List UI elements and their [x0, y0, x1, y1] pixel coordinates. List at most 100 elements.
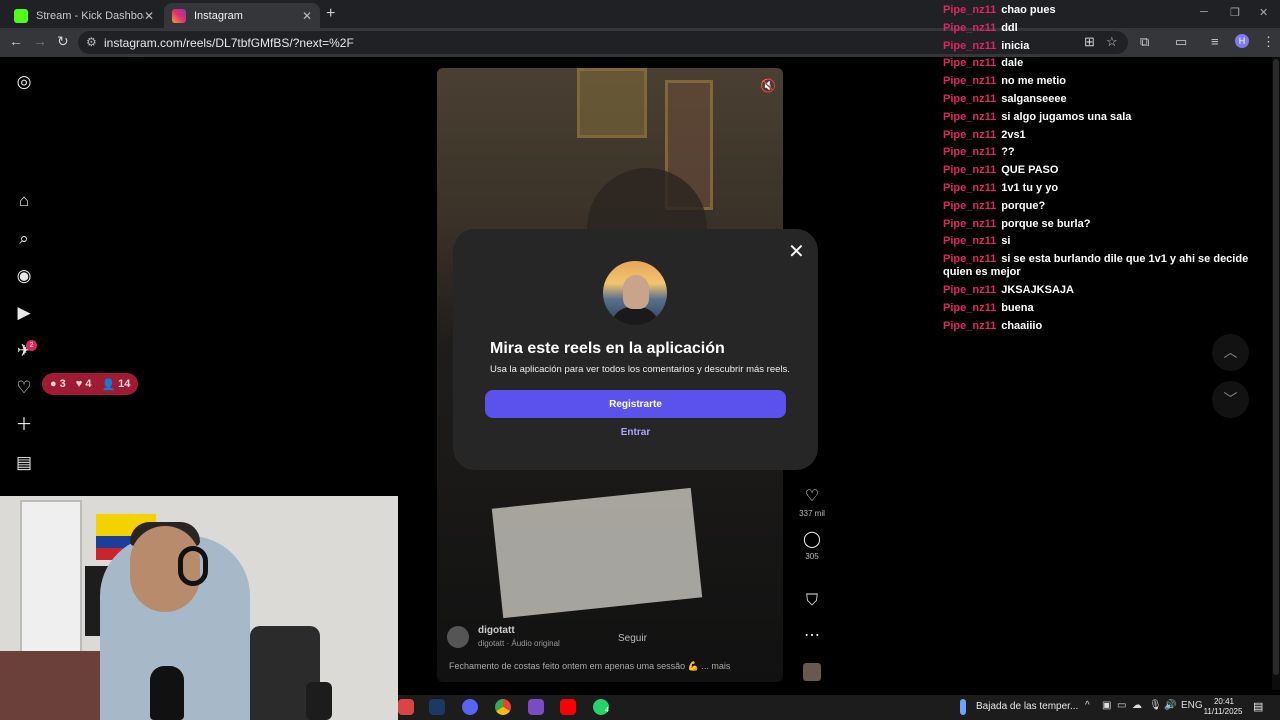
chat-message: Pipe_nz11 JKSAJKSAJA	[943, 284, 1263, 297]
comment-icon: ●	[50, 378, 57, 390]
youtube-app-icon[interactable]	[560, 699, 576, 715]
chat-message: Pipe_nz11 si algo jugamos una sala	[943, 111, 1263, 124]
chat-message: Pipe_nz11 QUE PASO	[943, 164, 1263, 177]
forward-icon[interactable]: →	[33, 33, 47, 49]
chat-username[interactable]: Pipe_nz11	[943, 146, 996, 158]
reels-icon[interactable]: ▶	[14, 303, 34, 323]
tab-kick-dashboard[interactable]: Stream - Kick Dashboard ✕	[6, 3, 162, 28]
dashboard-icon[interactable]: ▤	[14, 453, 34, 473]
chat-username[interactable]: Pipe_nz11	[943, 320, 996, 332]
heart-icon[interactable]: ♡	[14, 378, 34, 398]
chat-username[interactable]: Pipe_nz11	[943, 302, 996, 314]
volume-icon[interactable]: 🔊	[1164, 700, 1176, 711]
chat-username[interactable]: Pipe_nz11	[943, 4, 996, 16]
scrollbar-thumb[interactable]	[1273, 59, 1279, 675]
chat-message: Pipe_nz11 si se esta burlando dile que 1v…	[943, 253, 1263, 279]
clock-time[interactable]: 20:41	[1204, 697, 1244, 707]
tab-instagram[interactable]: Instagram ✕	[164, 3, 320, 28]
back-icon[interactable]: ←	[9, 33, 23, 49]
chat-message: Pipe_nz11 ddl	[943, 22, 1263, 35]
kick-icon	[14, 8, 28, 23]
comment-count: ● 3	[50, 378, 66, 390]
heart-filled-icon: ♥	[75, 378, 83, 390]
instagram-logo-icon[interactable]: ◎	[14, 72, 34, 92]
site-info-icon[interactable]: ⚙	[86, 35, 97, 49]
page-scrollbar[interactable]	[1272, 57, 1280, 690]
chat-username[interactable]: Pipe_nz11	[943, 182, 996, 194]
chat-message: Pipe_nz11 porque se burla?	[943, 218, 1263, 231]
url-text: instagram.com/reels/DL7tbfGMfBS/?next=%2…	[104, 35, 354, 50]
chat-username[interactable]: Pipe_nz11	[943, 235, 996, 247]
like-count: ♥ 4	[75, 378, 92, 390]
new-tab-button[interactable]: +	[326, 5, 335, 23]
microphone-icon[interactable]: 🎙	[1149, 700, 1162, 711]
chat-overlay: Pipe_nz11 chao pues Pipe_nz11 ddl Pipe_nz11 i…	[943, 4, 1263, 337]
previous-reel-button[interactable]: ︿	[1212, 334, 1249, 371]
search-icon[interactable]: ⌕	[14, 229, 34, 249]
chat-username[interactable]: Pipe_nz11	[943, 22, 996, 34]
whatsapp-badge: 4	[605, 707, 609, 714]
notification-center-icon[interactable]: ▤	[1253, 700, 1263, 713]
comment-icon[interactable]: ◯	[803, 531, 821, 549]
home-icon[interactable]: ⌂	[14, 191, 34, 211]
more-options-icon[interactable]: ⋯	[803, 627, 821, 645]
calendar-app-icon[interactable]	[398, 699, 414, 715]
bookmark-icon[interactable]: ⛉	[803, 592, 821, 610]
chat-username[interactable]: Pipe_nz11	[943, 253, 996, 265]
menu-icon[interactable]: ⋮	[1262, 34, 1275, 50]
app-icon[interactable]	[528, 699, 544, 715]
cloud-icon[interactable]: ☁	[1132, 700, 1142, 711]
register-button[interactable]: Registrarte	[485, 390, 786, 418]
chat-username[interactable]: Pipe_nz11	[943, 57, 996, 69]
follow-button[interactable]: Seguir	[618, 633, 647, 644]
next-reel-button[interactable]: ﹀	[1212, 381, 1249, 418]
activity-pill[interactable]: ● 3 ♥ 4 👤 14	[42, 373, 139, 395]
steam-app-icon[interactable]	[429, 699, 445, 715]
close-icon[interactable]: ✕	[788, 239, 805, 264]
tray-app-icon[interactable]: ▣	[1102, 700, 1111, 711]
chat-text: chao pues	[1001, 4, 1056, 16]
like-icon[interactable]: ♡	[803, 488, 821, 506]
chat-username[interactable]: Pipe_nz11	[943, 75, 996, 87]
chat-username[interactable]: Pipe_nz11	[943, 93, 996, 105]
chat-username[interactable]: Pipe_nz11	[943, 40, 996, 52]
close-icon[interactable]: ✕	[302, 9, 312, 23]
chat-username[interactable]: Pipe_nz11	[943, 164, 996, 176]
reel-author[interactable]: digotatt	[478, 625, 515, 636]
chat-message: Pipe_nz11 porque?	[943, 200, 1263, 213]
clock-date[interactable]: 11/11/2025	[1199, 707, 1247, 717]
follower-count: 👤 14	[101, 378, 131, 391]
reel-caption[interactable]: Fechamento de costas feito ontem em apen…	[449, 661, 730, 672]
chat-text: inicia	[1001, 39, 1030, 52]
chat-username[interactable]: Pipe_nz11	[943, 284, 996, 296]
notification-badge: 2	[26, 340, 37, 351]
chrome-app-icon[interactable]	[495, 699, 511, 715]
network-icon[interactable]: ▭	[1117, 700, 1126, 711]
tab-label: Instagram	[194, 9, 243, 22]
discord-app-icon[interactable]	[462, 699, 478, 715]
chat-username[interactable]: Pipe_nz11	[943, 129, 996, 141]
chat-message: Pipe_nz11 buena	[943, 302, 1263, 315]
weather-widget[interactable]: Bajada de las temper...	[976, 701, 1078, 712]
reload-icon[interactable]: ↻	[57, 33, 69, 50]
microphone-image	[150, 666, 184, 720]
chat-text: buena	[1001, 301, 1034, 314]
chat-text: no me metio	[1001, 75, 1066, 88]
explore-icon[interactable]: ◉	[14, 266, 34, 286]
reel-audio[interactable]: digotatt · Áudio original	[478, 639, 560, 648]
windows-taskbar: 4 Bajada de las temper... ^ ▣ ▭ ☁ 🎙 🔊 EN…	[398, 695, 1280, 720]
audio-thumbnail[interactable]	[803, 663, 821, 681]
chat-username[interactable]: Pipe_nz11	[943, 111, 996, 123]
chat-text: 1v1 tu y yo	[1001, 181, 1059, 194]
close-icon[interactable]: ✕	[144, 9, 154, 23]
login-link[interactable]: Entrar	[453, 427, 818, 438]
chat-username[interactable]: Pipe_nz11	[943, 200, 996, 212]
chat-username[interactable]: Pipe_nz11	[943, 218, 996, 230]
chevron-up-icon[interactable]: ^	[1085, 700, 1090, 711]
create-icon[interactable]: ＋	[14, 415, 34, 435]
chat-message: Pipe_nz11 chaaiiio	[943, 320, 1263, 333]
chat-message: Pipe_nz11??	[943, 146, 1263, 159]
muted-speaker-icon[interactable]: 🔇	[760, 78, 776, 94]
author-avatar[interactable]	[447, 626, 469, 648]
thermometer-icon	[960, 699, 966, 715]
